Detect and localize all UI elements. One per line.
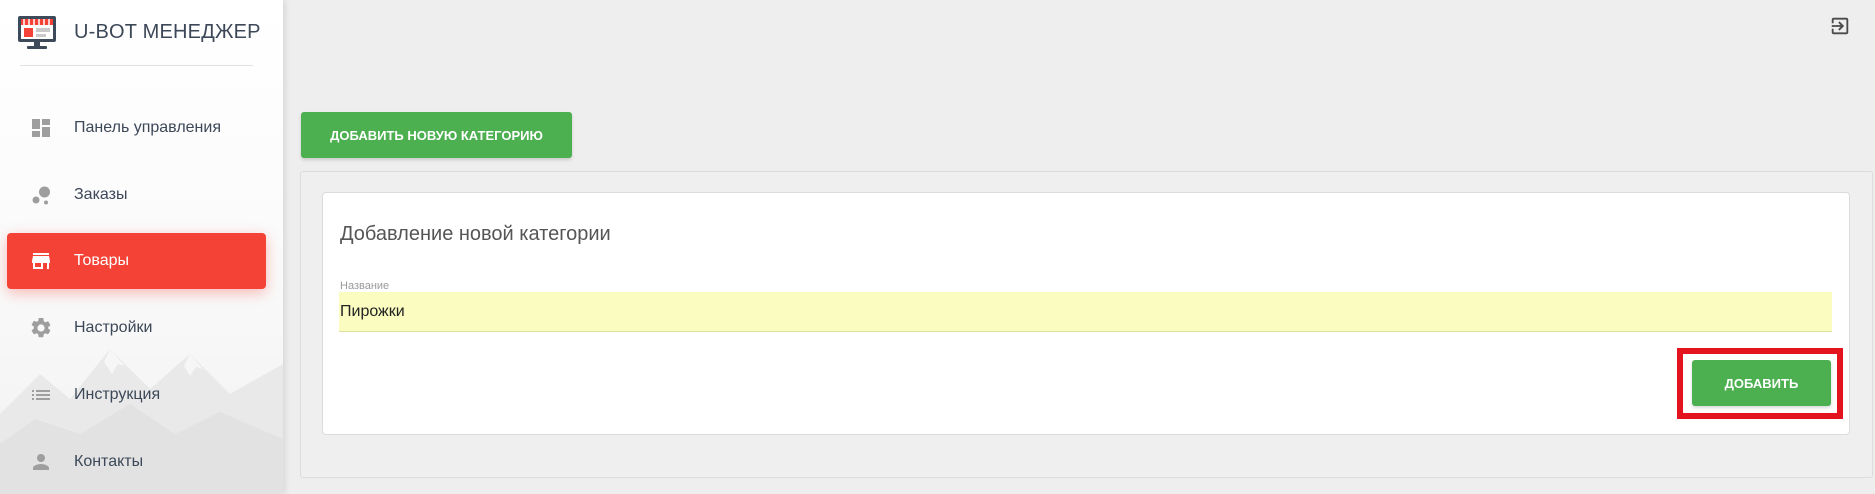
dashboard-icon bbox=[28, 115, 54, 141]
logout-icon[interactable] bbox=[1829, 15, 1851, 37]
sidebar-item-orders[interactable]: Заказы bbox=[7, 167, 266, 223]
gear-icon bbox=[28, 315, 54, 341]
store-screen-logo-icon bbox=[18, 16, 56, 49]
bubbles-icon bbox=[28, 182, 54, 208]
sidebar-item-products[interactable]: Товары bbox=[7, 233, 266, 289]
sidebar: U-BOT МЕНЕДЖЕР Панель управления Заказы … bbox=[0, 0, 283, 494]
sidebar-item-instructions[interactable]: Инструкция bbox=[7, 367, 266, 423]
person-icon bbox=[28, 449, 54, 475]
list-icon bbox=[28, 382, 54, 408]
brand-title: U-BOT МЕНЕДЖЕР bbox=[74, 20, 261, 43]
sidebar-item-contacts[interactable]: Контакты bbox=[7, 434, 266, 490]
brand[interactable]: U-BOT МЕНЕДЖЕР bbox=[16, 8, 266, 56]
sidebar-item-dashboard[interactable]: Панель управления bbox=[7, 100, 266, 156]
store-icon bbox=[28, 248, 54, 274]
category-name-input[interactable] bbox=[339, 292, 1832, 332]
sidebar-item-label: Настройки bbox=[74, 319, 153, 336]
add-button[interactable]: ДОБАВИТЬ bbox=[1692, 360, 1831, 406]
form-title: Добавление новой категории bbox=[340, 223, 611, 245]
sidebar-item-label: Товары bbox=[74, 252, 130, 269]
sidebar-item-label: Контакты bbox=[74, 453, 144, 470]
sidebar-item-label: Заказы bbox=[74, 186, 128, 203]
name-field-label: Название bbox=[340, 280, 390, 292]
sidebar-item-settings[interactable]: Настройки bbox=[7, 300, 266, 356]
add-new-category-button[interactable]: ДОБАВИТЬ НОВУЮ КАТЕГОРИЮ bbox=[301, 112, 572, 158]
sidebar-item-label: Инструкция bbox=[74, 386, 161, 403]
sidebar-item-label: Панель управления bbox=[74, 119, 221, 136]
brand-divider bbox=[20, 65, 253, 66]
